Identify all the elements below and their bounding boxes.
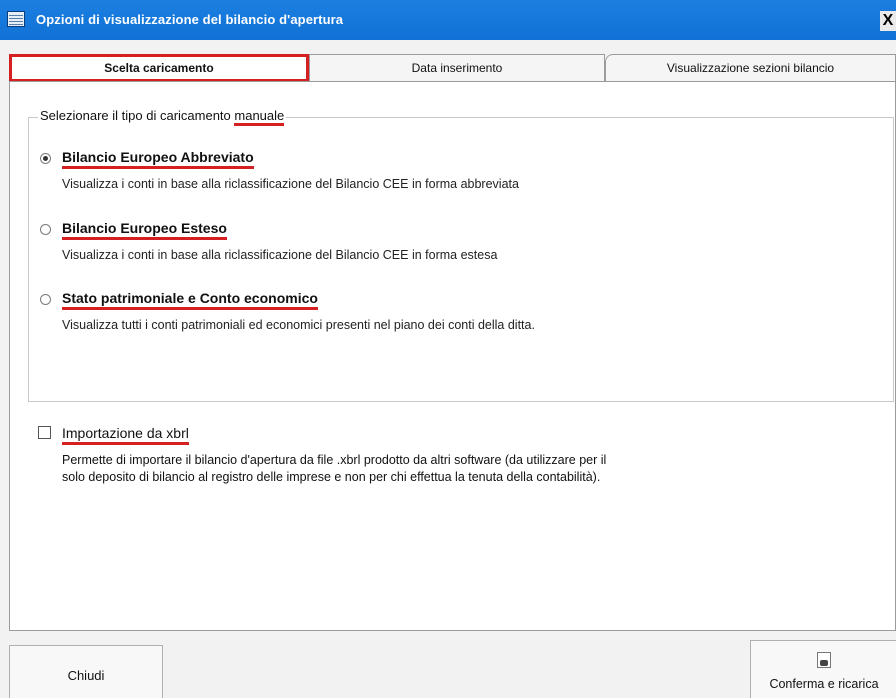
import-desc-line-2: solo deposito di bilancio al registro de… [62, 470, 601, 484]
import-desc-line-1: Permette di importare il bilancio d'aper… [62, 453, 607, 467]
tab-scelta-caricamento[interactable]: Scelta caricamento [9, 54, 309, 82]
radio-bilancio-esteso[interactable] [40, 224, 51, 235]
radio-bilancio-abbreviato[interactable] [40, 153, 51, 164]
option-title-stato-patrimoniale[interactable]: Stato patrimoniale e Conto economico [62, 290, 318, 310]
legend-text: Selezionare il tipo di caricamento [40, 108, 235, 123]
confirm-reload-label: Conferma e ricarica [769, 677, 879, 691]
import-xbrl-label[interactable]: Importazione da xbrl [62, 425, 189, 445]
close-button[interactable]: Chiudi [9, 645, 163, 698]
tab-visualizzazione-sezioni[interactable]: Visualizzazione sezioni bilancio [605, 54, 896, 82]
option-desc-esteso: Visualizza i conti in base alla riclassi… [62, 248, 498, 262]
close-icon[interactable]: X [880, 11, 896, 31]
title-bar: Opzioni di visualizzazione del bilancio … [0, 0, 896, 40]
import-xbrl-checkbox[interactable] [38, 426, 51, 439]
legend-highlight: manuale [234, 108, 285, 126]
window-app-icon [7, 11, 25, 27]
radio-stato-patrimoniale[interactable] [40, 294, 51, 305]
import-xbrl-description: Permette di importare il bilancio d'aper… [62, 452, 842, 486]
confirm-reload-button[interactable]: Conferma e ricarica [750, 640, 896, 698]
tab-data-inserimento[interactable]: Data inserimento [309, 54, 605, 82]
option-title-esteso[interactable]: Bilancio Europeo Esteso [62, 220, 227, 240]
window-title: Opzioni di visualizzazione del bilancio … [36, 12, 344, 27]
document-printer-icon [817, 652, 831, 668]
option-title-abbreviato[interactable]: Bilancio Europeo Abbreviato [62, 149, 254, 169]
groupbox-legend: Selezionare il tipo di caricamento manua… [38, 108, 287, 126]
option-desc-abbreviato: Visualizza i conti in base alla riclassi… [62, 177, 519, 191]
option-desc-stato-patrimoniale: Visualizza tutti i conti patrimoniali ed… [62, 318, 535, 332]
